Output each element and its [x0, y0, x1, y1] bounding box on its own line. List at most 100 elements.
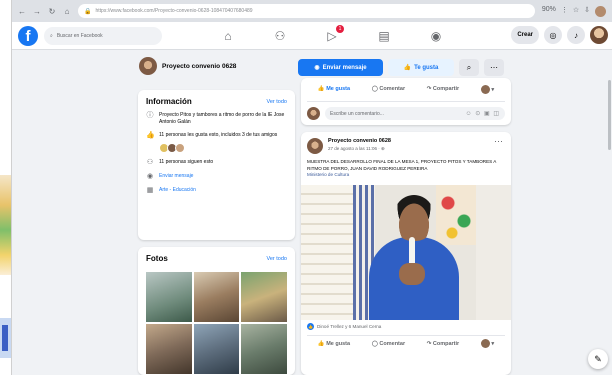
account-avatar[interactable] — [590, 26, 608, 44]
info-likes-row: 👍 11 personas les gusta esto, incluidos … — [146, 132, 287, 140]
page-identity[interactable]: Proyecto convenio 0628 — [139, 57, 236, 75]
post-reactions-text: Dinoé Trellez y 6 Manuel Cerna — [317, 323, 382, 329]
gaming-icon: ◉ — [430, 29, 442, 43]
post-reaction-summary[interactable]: 👍 Dinoé Trellez y 6 Manuel Cerna — [301, 320, 511, 333]
search-placeholder: Buscar en Facebook — [56, 32, 103, 39]
lock-icon: 🔒 — [84, 8, 92, 15]
reaction-audience-select[interactable]: ▾ — [480, 84, 494, 94]
page-like-button[interactable]: 👍 Te gusta — [388, 59, 454, 76]
share-label: Compartir — [432, 86, 460, 92]
downloads-icon[interactable]: ⇩ — [584, 6, 590, 17]
post-author[interactable]: Proyecto convenio 0628 — [328, 138, 391, 144]
address-bar[interactable]: 🔒 https://www.facebook.com/Proyecto-conv… — [78, 4, 535, 18]
notifications-icon[interactable]: ♪ — [567, 26, 585, 44]
reload-icon[interactable]: ↻ — [48, 7, 56, 16]
bookmark-star-icon[interactable]: ☆ — [573, 6, 579, 17]
desktop-taskbar-item[interactable] — [2, 325, 8, 351]
comment-button[interactable]: ◯ Comentar — [372, 86, 405, 92]
photos-grid — [146, 272, 287, 374]
facebook-search-input[interactable]: ⌕ Buscar en Facebook — [44, 26, 162, 45]
new-message-fab[interactable]: ✎ — [588, 349, 608, 369]
page-more-button[interactable]: ⋯ — [484, 59, 504, 76]
info-message-row[interactable]: ◉ Enviar mensaje — [146, 173, 287, 181]
post-audience-select[interactable]: ▾ — [480, 339, 495, 349]
post-time[interactable]: 27 de agosto a las 11:06 · ⊕ — [328, 146, 391, 152]
facebook-top-bar: f ⌕ Buscar en Facebook ⌂ ⚇ ▷ 1 ▤ ◉ Crear … — [12, 22, 612, 50]
like-reaction-icon: 👍 — [307, 322, 314, 330]
browser-window: ← → ↻ ⌂ 🔒 https://www.facebook.com/Proye… — [11, 0, 612, 375]
back-icon[interactable]: ← — [18, 7, 26, 16]
post-meta: Proyecto convenio 0628 27 de agosto a la… — [328, 138, 391, 154]
share-button[interactable]: ↷ Compartir — [427, 86, 459, 92]
page-avatar[interactable] — [139, 57, 157, 75]
photo-thumbnail[interactable] — [146, 324, 192, 374]
post-card: Proyecto convenio 0628 27 de agosto a la… — [301, 132, 511, 375]
facebook-logo-icon[interactable]: f — [18, 25, 38, 46]
previous-post-footer: 👍 Me gusta ◯ Comentar ↷ Compartir ▾ Escr… — [301, 78, 511, 125]
followers-icon: ⚇ — [146, 158, 154, 166]
friends-avatars[interactable] — [159, 142, 287, 153]
photo-cloth — [436, 184, 476, 245]
photo-thumbnail[interactable] — [241, 324, 287, 374]
comment-label: Comentar — [379, 86, 406, 92]
post-reaction-buttons: 👍 Me gusta ◯ Comentar ↷ Compartir ▾ — [307, 336, 505, 352]
info-see-all-link[interactable]: Ver todo — [267, 99, 288, 105]
friend-avatar[interactable] — [175, 142, 185, 153]
photo-thumbnail[interactable] — [193, 272, 240, 322]
desktop-background-strip — [0, 0, 11, 375]
photos-see-all-link[interactable]: Ver todo — [267, 256, 288, 262]
photo-thumbnail[interactable] — [146, 272, 192, 322]
forward-icon[interactable]: → — [33, 7, 41, 16]
profile-avatar[interactable] — [595, 5, 606, 17]
photo-thumbnail[interactable] — [241, 272, 287, 322]
post-text: MUESTRA DEL DESARROLLO FINAL DE LA MESA … — [301, 154, 511, 179]
browser-toolbar-right: 90% ⋮ ☆ ⇩ — [542, 5, 606, 17]
info-send-message-link[interactable]: Enviar mensaje — [159, 173, 193, 181]
nav-gaming[interactable]: ◉ — [410, 22, 462, 50]
comment-emoji-icons[interactable]: ☺ ⊙ ▣ ◫ — [466, 110, 501, 117]
share-icon: ↷ — [426, 86, 432, 92]
marketplace-icon: ▤ — [378, 29, 390, 43]
scrollbar-thumb[interactable] — [608, 80, 611, 150]
page-name[interactable]: Proyecto convenio 0628 — [162, 63, 236, 70]
info-icon: ⓘ — [146, 112, 154, 119]
extensions-icon[interactable]: ⋮ — [561, 6, 568, 17]
chevron-down-icon: ▾ — [491, 341, 495, 348]
post-like-label: Me gusta — [326, 340, 351, 347]
like-button[interactable]: 👍 Me gusta — [318, 86, 350, 92]
post-author-avatar[interactable] — [307, 138, 323, 154]
messenger-icon: ◉ — [146, 172, 154, 180]
info-likes: 11 personas les gusta esto, incluidos 3 … — [159, 131, 278, 138]
post-header: Proyecto convenio 0628 27 de agosto a la… — [301, 132, 511, 154]
post-like-button[interactable]: 👍 Me gusta — [318, 341, 350, 347]
nav-groups[interactable]: ⚇ — [254, 22, 306, 50]
post-share-label: Compartir — [432, 340, 460, 347]
create-button[interactable]: Crear — [511, 26, 539, 44]
reaction-buttons: 👍 Me gusta ◯ Comentar ↷ Compartir ▾ — [307, 83, 505, 95]
info-category-link[interactable]: Arte - Educación — [159, 187, 196, 195]
post-action-bar: 👍 Me gusta ◯ Comentar ↷ Compartir ▾ — [307, 334, 505, 352]
photo-wall-right — [476, 184, 511, 320]
info-category-row[interactable]: ▦ Arte - Educación — [146, 187, 287, 195]
post-tag-link[interactable]: Ministerio de Cultura — [307, 172, 505, 179]
comment-input[interactable]: Escribe un comentario... ☺ ⊙ ▣ ◫ — [325, 107, 505, 120]
post-options-icon[interactable]: ⋯ — [494, 136, 503, 147]
nav-watch[interactable]: ▷ 1 — [306, 22, 358, 50]
thumbs-up-icon: 👍 — [146, 131, 155, 139]
post-comment-label: Comentar — [379, 340, 406, 347]
nav-home[interactable]: ⌂ — [202, 22, 254, 50]
photo-thumbnail[interactable] — [193, 324, 240, 374]
nav-marketplace[interactable]: ▤ — [358, 22, 410, 50]
post-photo[interactable] — [301, 184, 511, 320]
info-description-row: ⓘ Proyecto Pitos y tambores a ritmo de p… — [146, 112, 287, 126]
page-search-button[interactable]: ⌕ — [459, 59, 479, 76]
send-message-button[interactable]: ◉ Enviar mensaje — [298, 59, 383, 76]
post-comment-button[interactable]: ◯ Comentar — [372, 341, 405, 347]
facebook-account-controls: Crear ◎ ♪ — [511, 26, 608, 44]
zoom-level[interactable]: 90% — [542, 6, 556, 17]
post-share-button[interactable]: ↷ Compartir — [427, 341, 459, 347]
send-message-label: Enviar mensaje — [322, 64, 367, 71]
messenger-icon[interactable]: ◎ — [544, 26, 562, 44]
home-icon[interactable]: ⌂ — [63, 7, 71, 16]
page-scrollbar[interactable] — [607, 50, 612, 375]
